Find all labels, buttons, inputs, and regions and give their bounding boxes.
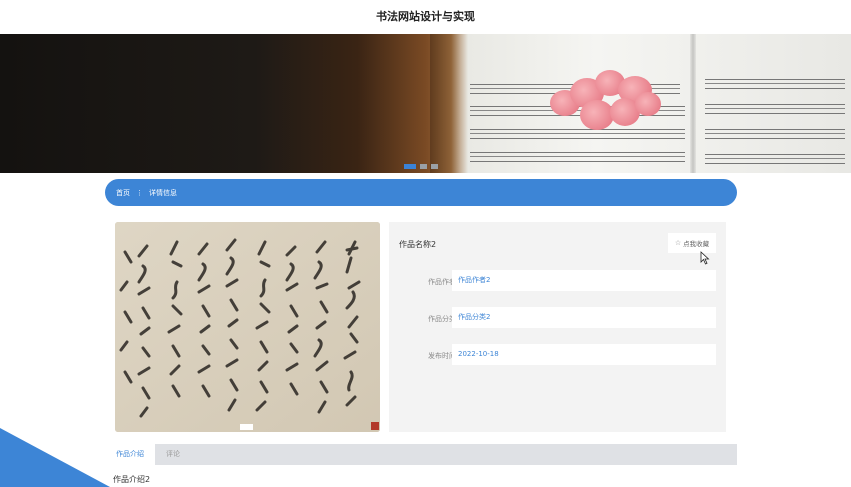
- breadcrumb: 首页 ⋮ 详情信息: [105, 179, 737, 206]
- author-label: 作品作者: [428, 278, 456, 286]
- breadcrumb-separator: ⋮: [136, 188, 143, 197]
- category-value: 作品分类2: [452, 307, 716, 328]
- breadcrumb-home-link[interactable]: 首页: [116, 188, 130, 198]
- carousel-dot[interactable]: [420, 164, 427, 169]
- author-value: 作品作者2: [452, 270, 716, 291]
- music-staff: [470, 152, 685, 162]
- favorite-button[interactable]: ☆ 点我收藏: [668, 233, 716, 253]
- calligraphy-image: [115, 222, 380, 432]
- music-staff: [705, 104, 845, 114]
- publish-date-value: 2022-10-18: [452, 344, 716, 365]
- breadcrumb-current: 详情信息: [149, 188, 177, 197]
- favorite-button-label: 点我收藏: [683, 240, 710, 248]
- work-info-panel: 作品名称2 ☆ 点我收藏 作品作者 作品作者2 作品分类 作品分类2 发布时间 …: [389, 222, 726, 432]
- detail-tabs: 作品介绍 评论: [105, 444, 737, 465]
- carousel-dot[interactable]: [431, 164, 438, 169]
- work-intro-text: 作品介绍2: [113, 475, 151, 484]
- banner-flower-image: [540, 70, 670, 140]
- artwork-image: [115, 222, 380, 432]
- decorative-blue-corner: [0, 428, 110, 487]
- image-pager-dot[interactable]: [240, 424, 253, 430]
- site-title: 书法网站设计与实现: [376, 10, 475, 23]
- banner-book-shadow: [430, 34, 460, 173]
- mouse-pointer-icon: [700, 251, 710, 265]
- carousel-indicators: [404, 164, 438, 169]
- publish-date-label: 发布时间: [428, 352, 456, 360]
- seal-stamp: [371, 422, 379, 430]
- banner-book-spine: [690, 34, 696, 173]
- music-staff: [705, 79, 845, 89]
- music-staff: [705, 154, 845, 164]
- banner-carousel[interactable]: [0, 34, 851, 173]
- music-staff: [705, 129, 845, 139]
- star-outline-icon: ☆: [674, 239, 682, 247]
- carousel-dot[interactable]: [404, 164, 416, 169]
- work-name: 作品名称2: [399, 240, 437, 249]
- tab-work-intro[interactable]: 作品介绍: [105, 444, 155, 465]
- category-label: 作品分类: [428, 315, 456, 323]
- tab-comments[interactable]: 评论: [155, 444, 191, 465]
